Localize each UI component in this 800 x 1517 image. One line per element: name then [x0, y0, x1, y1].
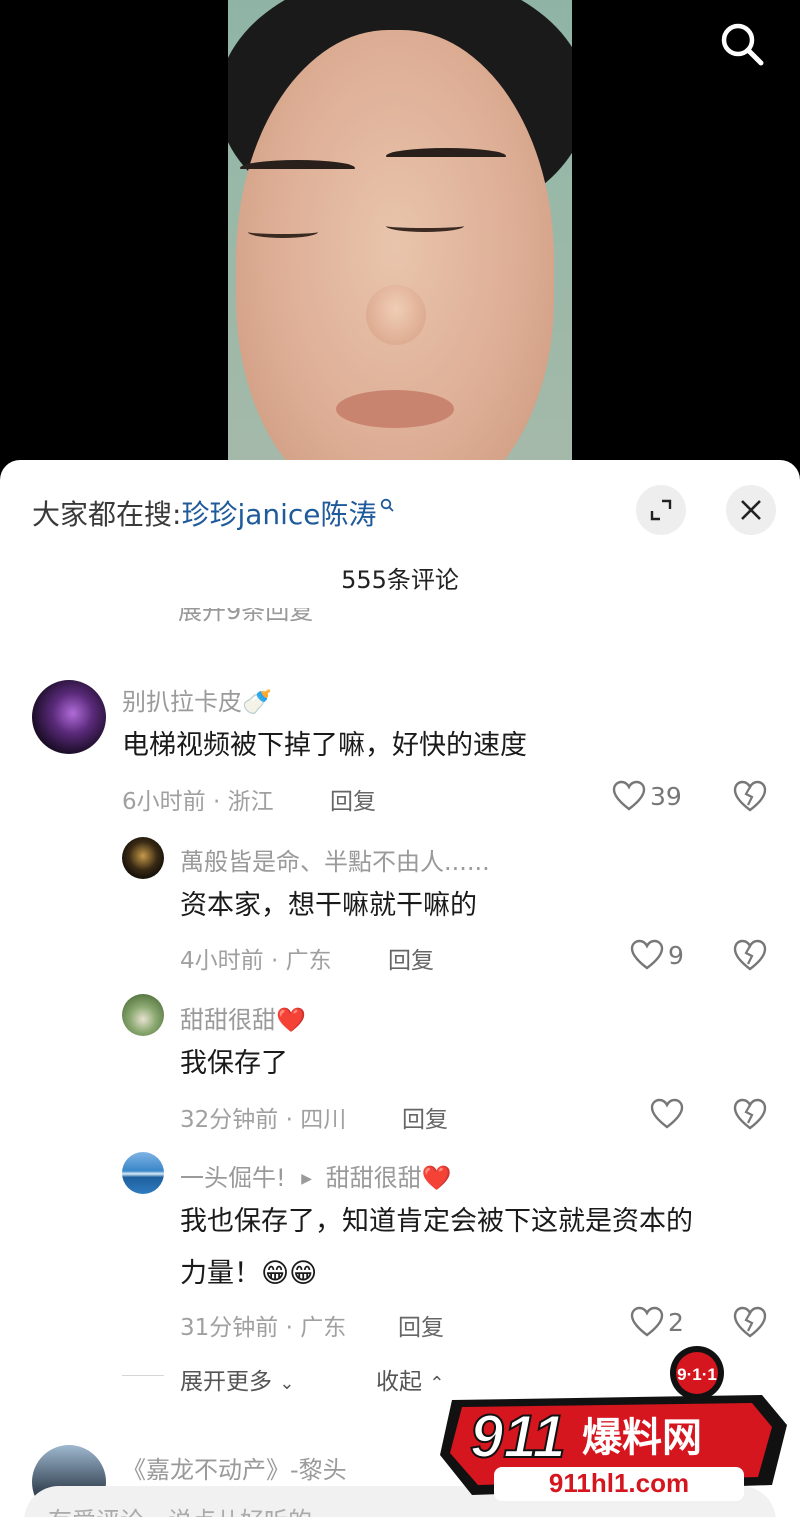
heart-icon [650, 1098, 684, 1129]
avatar[interactable] [32, 680, 106, 754]
collapsed-replies-text[interactable]: 展开9条回复 [178, 608, 313, 622]
nose [366, 285, 426, 345]
right-brow [386, 148, 506, 164]
like-button[interactable]: 9 [630, 935, 684, 975]
dislike-icon[interactable] [732, 937, 768, 973]
like-count: 9 [668, 940, 684, 970]
reply-text: 我保存了 [180, 1048, 288, 1079]
dislike-icon[interactable] [732, 1096, 768, 1132]
expand-icon [650, 499, 672, 521]
video-frame [228, 0, 572, 470]
reply-meta: 32分钟前 · 四川 [180, 1107, 347, 1133]
search-keyword[interactable]: 珍珍janice陈涛 [181, 498, 376, 531]
watermark-logo: 9·1·1 911 爆料网 911hl1.com [440, 1346, 787, 1501]
reply-meta: 4小时前 · 广东 [180, 948, 332, 974]
watermark-name: 爆料网 [582, 1415, 702, 1461]
heart-icon [630, 939, 664, 970]
close-button[interactable] [726, 485, 776, 535]
watermark-url: 911hl1.com [549, 1468, 689, 1498]
reply-text: 资本家，想干嘛就干嘛的 [180, 890, 477, 921]
comment-username[interactable]: 《嘉龙不动产》-黎头 [122, 1450, 347, 1485]
like-button[interactable]: 2 [630, 1302, 684, 1342]
chevron-down-icon: ⌄ [279, 1373, 295, 1394]
comment-count: 555条评论 [341, 566, 459, 594]
video-player[interactable] [0, 0, 800, 470]
heart-icon [612, 780, 646, 811]
heart-icon [630, 1306, 664, 1337]
watermark-number: 911 [470, 1403, 566, 1470]
dislike-icon[interactable] [732, 1304, 768, 1340]
comment-meta: 6小时前 · 浙江 [122, 789, 274, 815]
dislike-icon[interactable] [732, 778, 768, 814]
right-eye [386, 220, 464, 232]
comment-text: 电梯视频被下掉了嘛，好快的速度 [122, 730, 527, 761]
collapse-label: 收起 [376, 1369, 422, 1395]
reply-username[interactable]: 甜甜很甜❤️ [180, 1000, 306, 1035]
reply-username[interactable]: 一头倔牛! ▶ 甜甜很甜❤️ [180, 1158, 452, 1193]
reply-text-line: 力量！😁😁 [180, 1258, 318, 1289]
reply-username-text[interactable]: 一头倔牛! [180, 1164, 286, 1192]
reply-text-line: 我也保存了，知道肯定会被下这就是资本的 [180, 1206, 693, 1237]
reply-button[interactable]: 回复 [398, 1308, 444, 1342]
reply-button[interactable]: 回复 [388, 941, 434, 975]
close-icon [741, 500, 761, 520]
avatar[interactable] [122, 994, 164, 1036]
reply-to-username[interactable]: 甜甜很甜❤️ [326, 1164, 452, 1192]
watermark-badge: 9·1·1 [677, 1365, 717, 1384]
expand-more-button[interactable]: 展开更多 ⌄ [180, 1362, 294, 1396]
comment-input-placeholder: 有爱评论，说点儿好听的 [48, 1501, 312, 1517]
left-brow [240, 160, 355, 176]
search-suggestion[interactable]: 大家都在搜:珍珍janice陈涛 [32, 493, 394, 533]
divider [122, 1375, 164, 1376]
lips [336, 390, 454, 428]
search-small-icon [380, 498, 394, 512]
comment-username[interactable]: 别扒拉卡皮🍼 [122, 682, 272, 717]
like-count: 39 [650, 781, 682, 811]
like-button[interactable] [650, 1094, 688, 1134]
search-prefix: 大家都在搜: [32, 498, 182, 531]
avatar[interactable] [122, 837, 164, 879]
reply-button[interactable]: 回复 [402, 1100, 448, 1134]
reply-button[interactable]: 回复 [330, 782, 376, 816]
avatar[interactable] [122, 1152, 164, 1194]
like-button[interactable]: 39 [612, 776, 682, 816]
search-icon[interactable] [718, 20, 766, 68]
expand-button[interactable] [636, 485, 686, 535]
reply-username[interactable]: 萬般皆是命、半點不由人...... [180, 842, 490, 877]
reply-text: 我也保存了，知道肯定会被下这就是资本的 力量！😁😁 [180, 1196, 693, 1300]
like-count: 2 [668, 1307, 684, 1337]
reply-arrow-icon: ▶ [301, 1171, 313, 1187]
left-eye [248, 226, 318, 238]
expand-more-label: 展开更多 [180, 1369, 272, 1395]
video-face [236, 30, 554, 470]
reply-meta: 31分钟前 · 广东 [180, 1315, 347, 1341]
